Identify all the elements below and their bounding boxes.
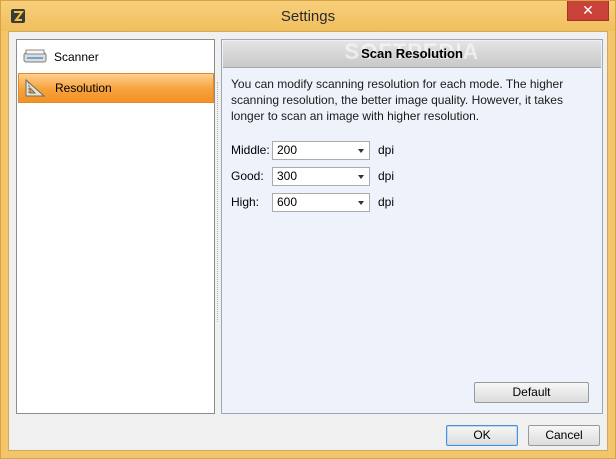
splitter-handle[interactable] xyxy=(217,82,220,322)
chevron-down-icon xyxy=(358,148,364,153)
middle-value: 200 xyxy=(277,142,298,157)
middle-label: Middle: xyxy=(231,143,270,157)
dialog-client-area: Scanner Resolution SOFTPEDIA Scan Resolu… xyxy=(8,31,608,451)
middle-resolution-select[interactable]: 200 xyxy=(272,140,370,160)
high-resolution-select[interactable]: 600 xyxy=(272,192,370,212)
cancel-button[interactable]: Cancel xyxy=(528,425,600,446)
chevron-down-icon xyxy=(358,200,364,205)
title-bar[interactable]: Settings ✕ xyxy=(1,1,615,31)
resolution-row-middle: Middle: 200 dpi xyxy=(231,140,394,160)
scan-resolution-panel: SOFTPEDIA Scan Resolution You can modify… xyxy=(221,39,603,414)
unit-label: dpi xyxy=(378,169,395,183)
good-value: 300 xyxy=(277,168,298,183)
resolution-row-high: High: 600 dpi xyxy=(231,192,394,212)
scanner-icon xyxy=(23,49,47,63)
default-button[interactable]: Default xyxy=(474,382,589,403)
close-button[interactable]: ✕ xyxy=(567,1,609,21)
unit-label: dpi xyxy=(378,195,395,209)
panel-title: Scan Resolution xyxy=(361,46,463,61)
good-label: Good: xyxy=(231,169,264,183)
chevron-down-icon xyxy=(358,174,364,179)
window-title: Settings xyxy=(280,8,336,25)
sidebar-item-scanner[interactable]: Scanner xyxy=(18,42,214,72)
sidebar-item-resolution[interactable]: Resolution xyxy=(18,73,214,103)
description-text: You can modify scanning resolution for e… xyxy=(231,77,564,123)
panel-header: SOFTPEDIA Scan Resolution xyxy=(223,39,601,68)
ok-button[interactable]: OK xyxy=(446,425,518,446)
resolution-icon xyxy=(25,78,46,97)
sidebar-item-label: Scanner xyxy=(54,50,99,64)
high-label: High: xyxy=(231,195,260,209)
settings-category-list: Scanner Resolution xyxy=(16,39,215,414)
good-resolution-select[interactable]: 300 xyxy=(272,166,370,186)
settings-window: Settings ✕ Scanner Resolution SOFTPEDIA … xyxy=(0,0,616,459)
high-value: 600 xyxy=(277,194,298,209)
sidebar-item-label: Resolution xyxy=(55,81,112,95)
resolution-row-good: Good: 300 dpi xyxy=(231,166,394,186)
unit-label: dpi xyxy=(378,143,395,157)
